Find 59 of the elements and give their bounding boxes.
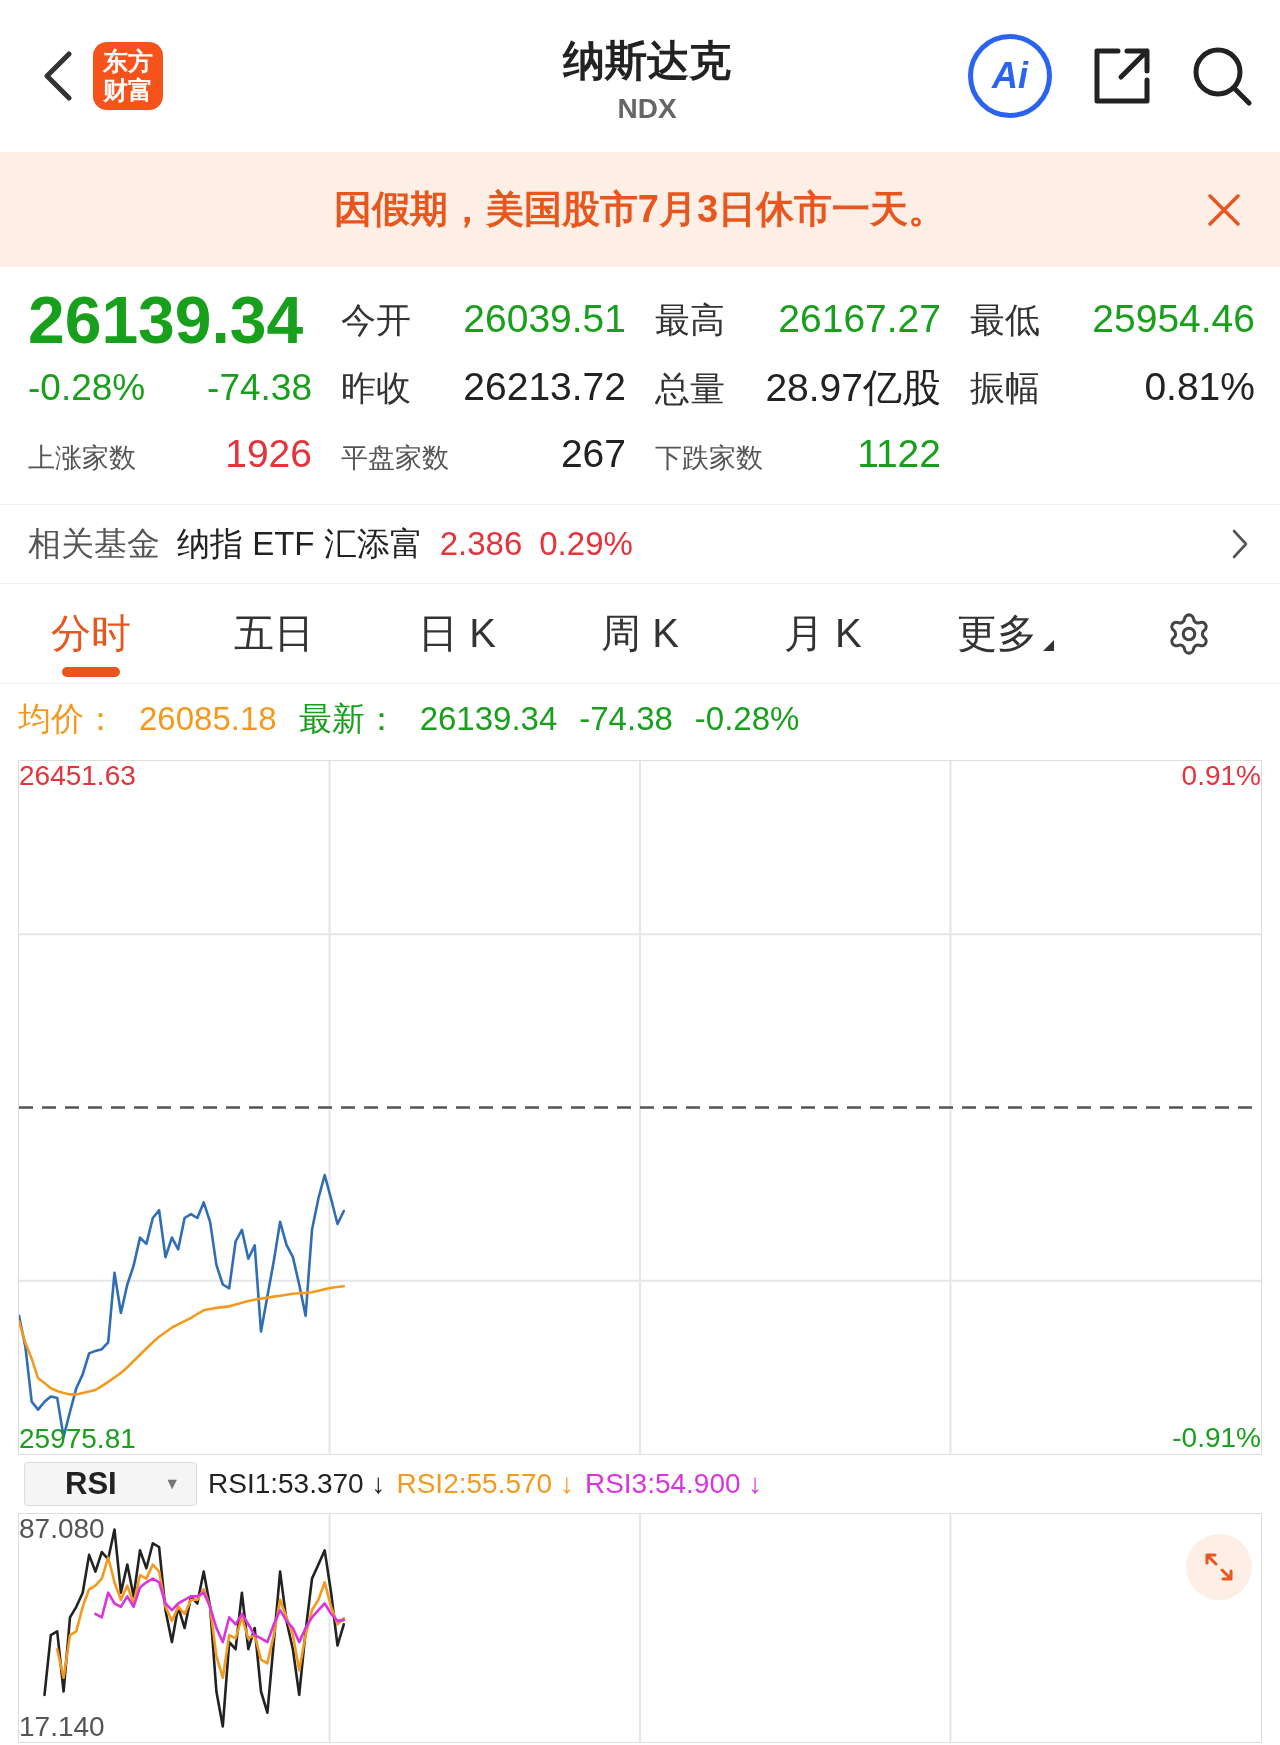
rsi-readout: RSI3:54.900 ↓ xyxy=(584,1468,763,1500)
rsi-readout: RSI2:55.570 ↓ xyxy=(396,1468,574,1500)
app-logo: 东方 财富 xyxy=(93,42,163,110)
percent-axis-label: 0.91% xyxy=(1181,761,1261,792)
ticker-symbol: NDX xyxy=(617,93,677,125)
caret-icon xyxy=(1043,640,1055,651)
percent-axis-label: -0.91% xyxy=(1172,1423,1261,1454)
expand-icon xyxy=(1204,1552,1234,1582)
page-title: 纳斯达克 xyxy=(563,37,731,84)
chart-legend-text: 26139.34 xyxy=(419,700,558,738)
chart-legend-text: 最新： xyxy=(298,698,398,739)
indicator-dropdown[interactable]: RSI ▼ xyxy=(24,1462,197,1506)
breadth-count: 267 xyxy=(560,432,626,476)
breadth-count: 1122 xyxy=(857,432,941,476)
search-icon[interactable] xyxy=(1192,46,1252,106)
period-tab[interactable]: 分时 xyxy=(47,584,136,683)
ai-button[interactable]: Ai xyxy=(968,34,1052,118)
period-tab[interactable]: 五日 xyxy=(230,584,319,683)
chart-legend-text: -0.28% xyxy=(694,700,800,738)
y-axis-label: 25975.81 xyxy=(19,1423,136,1454)
y-axis-label: 26451.63 xyxy=(19,761,136,792)
stat-label: 昨收 xyxy=(341,366,411,409)
stat-value: 28.97亿股 xyxy=(765,365,941,411)
holiday-notice: 因假期，美国股市7月3日休市一天。 xyxy=(333,187,947,232)
breadth-label: 下跌家数 xyxy=(655,442,763,475)
stat-value: 26167.27 xyxy=(778,296,941,341)
rsi-readout: RSI1:53.370 ↓ xyxy=(208,1468,386,1500)
y-axis-label: 17.140 xyxy=(19,1711,105,1743)
close-icon[interactable] xyxy=(1208,193,1240,226)
stat-label: 总量 xyxy=(655,368,725,410)
chart-legend-text: 均价： xyxy=(18,698,117,739)
stat-label: 今开 xyxy=(341,298,411,341)
breadth-count: 1926 xyxy=(225,432,312,476)
index-price: 26139.34 xyxy=(28,287,305,353)
back-icon[interactable] xyxy=(42,51,73,101)
y-axis-label: 87.080 xyxy=(19,1513,105,1545)
stat-value: 0.81% xyxy=(1144,364,1255,409)
chevron-right-icon[interactable] xyxy=(1232,529,1248,559)
stat-label: 最低 xyxy=(970,298,1040,341)
period-tab[interactable]: 周 K xyxy=(597,584,683,683)
stat-label: 最高 xyxy=(655,298,725,341)
share-icon[interactable] xyxy=(1092,46,1152,106)
chart-legend-text: -74.38 xyxy=(579,700,673,738)
stat-value: 26213.72 xyxy=(463,364,626,409)
fund-change: 0.29% xyxy=(539,525,633,563)
stat-label: 振幅 xyxy=(970,366,1040,409)
fund-name[interactable]: 纳指 ETF 汇添富 xyxy=(177,521,423,567)
period-tab[interactable]: 月 K xyxy=(779,584,866,683)
period-tab[interactable]: 日 K xyxy=(414,584,501,683)
change-percent: -0.28% xyxy=(28,367,146,409)
chart-legend-text: 26085.18 xyxy=(139,700,277,738)
stat-value: 26039.51 xyxy=(463,296,626,341)
breadth-label: 上涨家数 xyxy=(28,442,136,475)
breadth-label: 平盘家数 xyxy=(341,442,449,475)
fund-price: 2.386 xyxy=(439,525,523,563)
more-tab[interactable]: 更多 xyxy=(953,584,1059,683)
change-amount: -74.38 xyxy=(207,367,312,409)
fund-section-label: 相关基金 xyxy=(28,523,160,564)
stat-value: 25954.46 xyxy=(1092,296,1255,341)
